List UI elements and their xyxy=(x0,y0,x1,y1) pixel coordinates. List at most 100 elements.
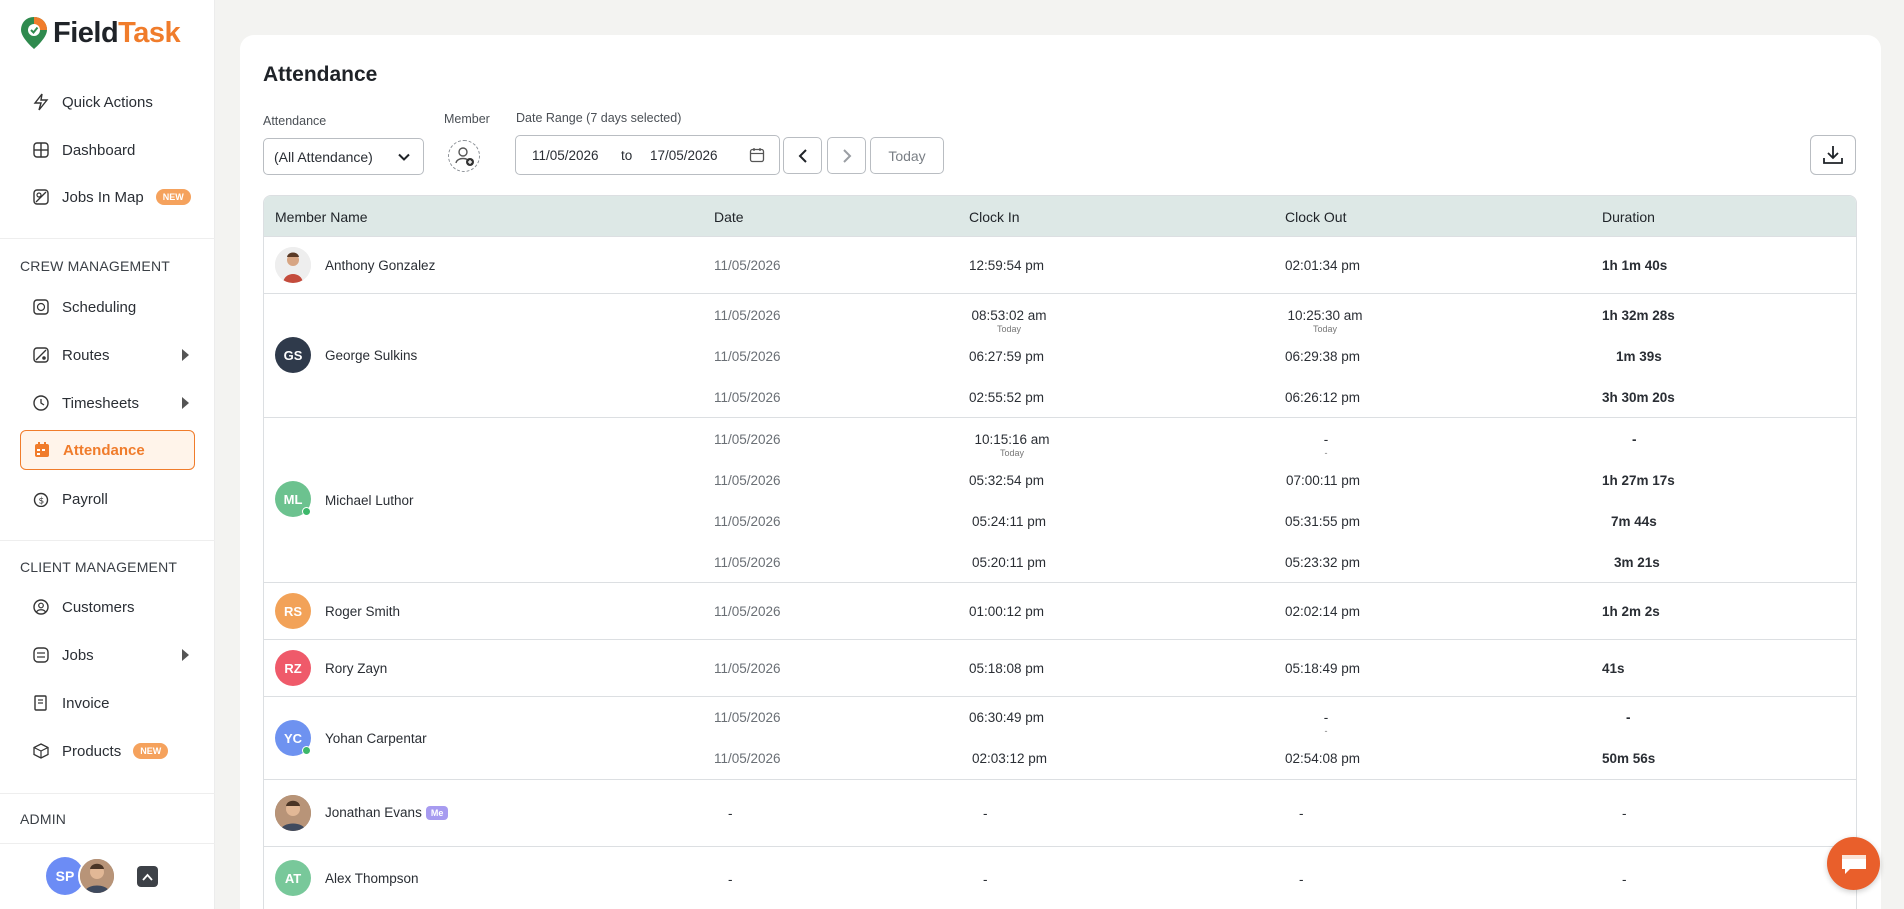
header-clock-out[interactable]: Clock Out xyxy=(1285,209,1346,225)
date-from: 11/05/2026 xyxy=(532,148,599,163)
sidebar-item-label: Routes xyxy=(62,346,110,364)
header-date[interactable]: Date xyxy=(714,209,744,225)
new-badge: NEW xyxy=(155,189,191,205)
sidebar-item-label: Customers xyxy=(62,598,135,616)
date-range-label: Date Range (7 days selected) xyxy=(516,111,682,125)
download-icon xyxy=(1823,146,1843,164)
online-indicator xyxy=(302,746,311,755)
member-name: Michael Luthor xyxy=(325,493,414,508)
chat-support-button[interactable] xyxy=(1827,837,1880,890)
grid-icon xyxy=(32,141,50,159)
attendance-filter-label: Attendance xyxy=(263,114,327,128)
clock-out-cell: 05:31:55 pm xyxy=(1285,514,1361,529)
date-cell: 11/05/2026 xyxy=(714,604,781,619)
calendar-icon xyxy=(749,148,765,163)
clock-out-cell: 06:26:12 pm xyxy=(1285,390,1361,405)
header-clock-in[interactable]: Clock In xyxy=(969,209,1020,225)
sidebar-item-label: Dashboard xyxy=(62,141,136,159)
clock-out-cell: 06:29:38 pm xyxy=(1285,349,1361,364)
page-title: Attendance xyxy=(263,63,378,86)
next-range-button[interactable] xyxy=(827,137,866,174)
caret-right-icon xyxy=(182,649,189,661)
attendance-table: Member Name Date Clock In Clock Out Dura… xyxy=(263,195,1857,909)
clock-out-cell: -- xyxy=(1323,710,1329,736)
chat-icon xyxy=(1841,854,1866,874)
clock-in-cell: - xyxy=(983,872,988,887)
avatar-photo[interactable] xyxy=(78,857,116,895)
date-cell: 11/05/2026 xyxy=(714,258,781,273)
add-user-icon xyxy=(455,147,474,166)
sidebar-item-invoice[interactable]: Invoice xyxy=(20,683,195,723)
date-cell: 11/05/2026 xyxy=(714,432,781,447)
clock-in-cell: 05:20:11 pm xyxy=(972,555,1047,570)
clock-out-cell: 10:25:30 am Today xyxy=(1287,308,1363,334)
table-row[interactable]: RS Roger Smith 11/05/2026 01:00:12 pm 02… xyxy=(264,582,1856,639)
table-row[interactable]: RZ Rory Zayn 11/05/2026 05:18:08 pm 05:1… xyxy=(264,639,1856,696)
today-button[interactable]: Today xyxy=(870,137,944,174)
chevron-up-icon xyxy=(142,873,153,881)
clock-out-cell: - xyxy=(1299,806,1304,821)
download-button[interactable] xyxy=(1810,135,1856,175)
date-range-picker[interactable]: 11/05/2026 to 17/05/2026 xyxy=(515,135,780,175)
divider xyxy=(0,793,215,794)
sidebar-item-customers[interactable]: Customers xyxy=(20,587,195,627)
member-name: George Sulkins xyxy=(325,348,418,363)
table-row[interactable]: AT Alex Thompson - - - - xyxy=(264,846,1856,909)
sidebar-item-label: Quick Actions xyxy=(62,93,153,111)
member-picker-button[interactable] xyxy=(448,140,480,172)
table-row[interactable]: YC Yohan Carpentar 11/05/2026 06:30:49 p… xyxy=(264,696,1856,779)
duration-cell: 41s xyxy=(1602,661,1625,676)
avatar xyxy=(275,795,311,831)
caret-right-icon xyxy=(182,349,189,361)
date-cell: 11/05/2026 xyxy=(714,349,781,364)
clock-out-cell: 05:18:49 pm xyxy=(1285,661,1361,676)
sidebar: FieldTask Quick Actions Dashboard Jobs I… xyxy=(0,0,215,909)
prev-range-button[interactable] xyxy=(783,137,822,174)
member-name: Anthony Gonzalez xyxy=(325,258,436,273)
sidebar-item-routes[interactable]: Routes xyxy=(20,335,195,375)
avatar: AT xyxy=(275,860,311,896)
online-indicator xyxy=(302,507,311,516)
sidebar-item-quick-actions[interactable]: Quick Actions xyxy=(20,82,195,122)
avatar: ML xyxy=(275,481,311,517)
attendance-filter-select[interactable]: (All Attendance) xyxy=(263,138,424,175)
logo[interactable]: FieldTask xyxy=(20,16,181,50)
clock-out-cell: -- xyxy=(1323,432,1329,458)
duration-cell: - xyxy=(1622,872,1627,887)
sidebar-item-attendance[interactable]: Attendance xyxy=(20,430,195,470)
chevron-down-icon xyxy=(398,153,410,161)
divider xyxy=(0,540,215,541)
sidebar-item-label: Invoice xyxy=(62,694,110,712)
sidebar-item-jobs[interactable]: Jobs xyxy=(20,635,195,675)
sidebar-item-label: Payroll xyxy=(62,490,108,508)
clock-in-cell: 06:30:49 pm xyxy=(969,710,1045,725)
date-cell: 11/05/2026 xyxy=(714,555,781,570)
duration-cell: - xyxy=(1622,806,1627,821)
sidebar-item-jobs-in-map[interactable]: Jobs In Map NEW xyxy=(20,177,195,217)
duration-cell: 3m 21s xyxy=(1614,555,1660,570)
table-row[interactable]: GS George Sulkins 11/05/2026 08:53:02 am… xyxy=(264,293,1856,417)
duration-cell: - xyxy=(1632,432,1637,447)
sidebar-item-products[interactable]: Products NEW xyxy=(20,731,195,771)
sidebar-item-payroll[interactable]: $ Payroll xyxy=(20,479,195,519)
header-member-name[interactable]: Member Name xyxy=(275,209,368,225)
clock-icon xyxy=(32,394,50,412)
crew-management-heading: CREW MANAGEMENT xyxy=(20,258,170,274)
divider xyxy=(0,238,215,239)
payroll-icon: $ xyxy=(32,490,50,508)
sidebar-item-dashboard[interactable]: Dashboard xyxy=(20,130,195,170)
clock-in-cell: 05:32:54 pm xyxy=(969,473,1045,488)
sidebar-item-timesheets[interactable]: Timesheets xyxy=(20,383,195,423)
table-row[interactable]: Jonathan Evans Me - - - - xyxy=(264,779,1856,846)
header-duration[interactable]: Duration xyxy=(1602,209,1655,225)
date-cell: 11/05/2026 xyxy=(714,710,781,725)
table-row[interactable]: ML Michael Luthor 11/05/2026 10:15:16 am… xyxy=(264,417,1856,582)
avatar: RS xyxy=(275,593,311,629)
table-row[interactable]: Anthony Gonzalez 11/05/2026 12:59:54 pm … xyxy=(264,236,1856,293)
duration-cell: 1m 39s xyxy=(1616,349,1662,364)
member-label: Member xyxy=(444,112,490,126)
expand-up-button[interactable] xyxy=(137,866,158,887)
sidebar-item-scheduling[interactable]: Scheduling xyxy=(20,287,195,327)
calendar-clock-icon xyxy=(32,298,50,316)
sidebar-item-label: Products xyxy=(62,742,122,760)
